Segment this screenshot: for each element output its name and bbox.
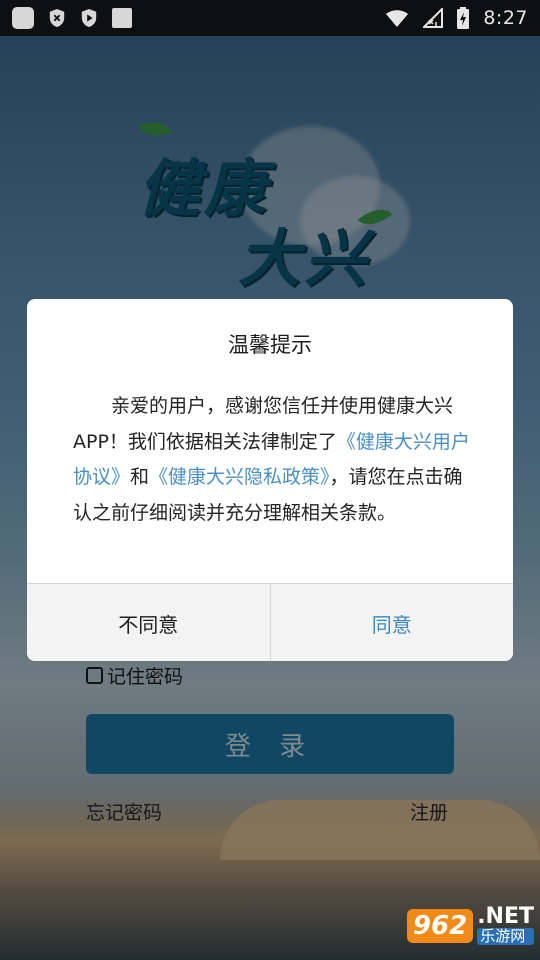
agree-button[interactable]: 同意	[270, 584, 513, 661]
shield-play-icon	[81, 9, 97, 27]
battery-icon	[457, 7, 470, 29]
signal-icon	[423, 8, 444, 28]
dialog-body-text-2: 和	[130, 466, 150, 488]
watermark-text: .NET 乐游网	[477, 906, 534, 945]
status-right: 8:27	[385, 7, 528, 29]
wifi-icon	[386, 10, 409, 27]
privacy-policy-link[interactable]: 《健康大兴隐私政策》	[149, 466, 330, 488]
watermark-net: .NET	[477, 904, 534, 929]
watermark-badge: 962	[406, 908, 474, 943]
disagree-button[interactable]: 不同意	[27, 584, 271, 661]
app-icon	[12, 7, 34, 29]
shield-x-icon	[49, 9, 65, 27]
dialog-title: 温馨提示	[228, 333, 312, 357]
watermark-sub: 乐游网	[477, 928, 534, 945]
status-bar: 8:27	[0, 0, 540, 36]
dialog-button-row: 不同意 同意	[27, 583, 513, 661]
site-watermark: 962 .NET 乐游网	[406, 906, 534, 945]
square-icon	[112, 8, 132, 28]
status-time: 8:27	[483, 7, 528, 29]
dialog-body: 亲爱的用户，感谢您信任并使用健康大兴APP！我们依据相关法律制定了《健康大兴用户…	[73, 389, 473, 531]
status-left-icons	[12, 7, 132, 29]
privacy-dialog: 温馨提示 亲爱的用户，感谢您信任并使用健康大兴APP！我们依据相关法律制定了《健…	[27, 299, 513, 661]
